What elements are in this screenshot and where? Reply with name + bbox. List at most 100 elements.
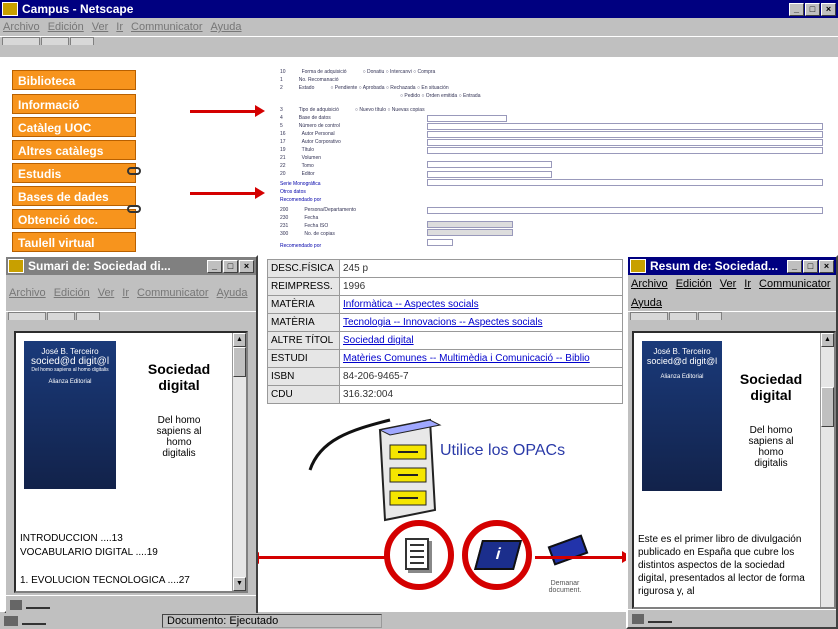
nav-biblioteca[interactable]: Biblioteca xyxy=(12,70,136,90)
pointer-arrow-icon xyxy=(258,556,386,559)
connection-icon xyxy=(648,615,672,623)
close-button[interactable]: × xyxy=(819,259,834,273)
record-link[interactable]: Sociedad digital xyxy=(339,331,623,350)
menu-ver[interactable]: Ver xyxy=(98,287,115,299)
scroll-thumb[interactable] xyxy=(233,347,246,377)
menu-ayuda[interactable]: Ayuda xyxy=(211,21,242,33)
record-key: ISBN xyxy=(267,367,340,386)
menu-communicator[interactable]: Communicator xyxy=(137,287,209,299)
menu-communicator[interactable]: Communicator xyxy=(759,278,831,290)
book-cover: José B. Terceiro socied@d digit@l Del ho… xyxy=(24,341,116,489)
form-field[interactable] xyxy=(427,161,552,168)
pointer-arrow-icon xyxy=(190,105,265,117)
table-row: ALTRE TÍTOL Sociedad digital xyxy=(267,331,623,350)
form-field[interactable] xyxy=(427,221,513,228)
menu-edicion[interactable]: Edición xyxy=(54,287,90,299)
form-field[interactable] xyxy=(427,139,823,146)
menu-ir[interactable]: Ir xyxy=(744,278,751,290)
resum-titlebar: Resum de: Sociedad... _ □ × xyxy=(628,257,836,275)
status-text: Documento: Ejecutado xyxy=(162,613,382,628)
sumari-menubar: Archivo Edición Ver Ir Communicator Ayud… xyxy=(6,275,256,311)
record-value: 245 p xyxy=(339,259,623,278)
table-row: MATÈRIA Informàtica -- Aspectes socials xyxy=(267,295,623,314)
form-field[interactable] xyxy=(427,123,823,130)
info-book-icon[interactable]: i xyxy=(473,540,523,570)
form-field[interactable] xyxy=(427,131,823,138)
resum-toolbar-tabs[interactable] xyxy=(628,311,836,320)
search-form-panel: 10 Forma de adquisició ○ Donatiu ○ Interca… xyxy=(272,63,826,258)
maximize-button[interactable]: □ xyxy=(805,2,820,16)
record-key: ALTRE TÍTOL xyxy=(267,331,340,350)
nav-taulell-virtual[interactable]: Taulell virtual xyxy=(12,232,136,252)
record-value: 84-206-9465-7 xyxy=(339,367,623,386)
menu-ir[interactable]: Ir xyxy=(116,21,123,33)
opac-label[interactable]: Utilice los OPACs xyxy=(440,442,565,460)
sumari-toolbar-tabs[interactable] xyxy=(6,311,256,320)
menu-ayuda[interactable]: Ayuda xyxy=(217,287,248,299)
menu-ayuda[interactable]: Ayuda xyxy=(631,297,662,309)
nav-estudis[interactable]: Estudis xyxy=(12,163,136,183)
resum-subhead: Del homo sapiens al homo digitalis xyxy=(748,425,794,469)
table-row: DESC.FÍSICA 245 p xyxy=(267,259,623,278)
toc-item: VOCABULARIO DIGITAL ....19 xyxy=(20,547,158,558)
pointer-arrow-icon xyxy=(535,551,632,563)
document-list-icon[interactable] xyxy=(405,538,429,570)
menu-archivo[interactable]: Archivo xyxy=(9,287,46,299)
resum-title: Resum de: Sociedad... xyxy=(650,259,779,273)
vertical-scrollbar[interactable]: ▲ xyxy=(820,333,834,607)
maximize-button[interactable]: □ xyxy=(803,259,818,273)
form-field[interactable] xyxy=(427,179,823,186)
nav-bases-de-dades[interactable]: Bases de dades xyxy=(12,186,136,206)
record-key: ESTUDI xyxy=(267,349,340,368)
main-toolbar-tabs[interactable] xyxy=(0,36,838,45)
menu-edicion[interactable]: Edición xyxy=(676,278,712,290)
minimize-button[interactable]: _ xyxy=(787,259,802,273)
menu-ir[interactable]: Ir xyxy=(122,287,129,299)
resum-heading: Sociedad digital xyxy=(739,371,803,403)
form-field[interactable] xyxy=(427,115,507,122)
nav-obtencio-doc[interactable]: Obtenció doc. xyxy=(12,209,136,229)
menu-communicator[interactable]: Communicator xyxy=(131,21,203,33)
netscape-logo-icon xyxy=(2,2,18,16)
book-publisher: Alianza Editorial xyxy=(48,379,92,385)
scroll-thumb[interactable] xyxy=(821,387,834,427)
menu-archivo[interactable]: Archivo xyxy=(3,21,40,33)
nav-altres-catalegs[interactable]: Altres catàlegs xyxy=(12,140,136,160)
table-row: ISBN 84-206-9465-7 xyxy=(267,367,623,386)
menu-edicion[interactable]: Edición xyxy=(48,21,84,33)
demanar-label[interactable]: Demanar document. xyxy=(540,580,590,594)
record-link[interactable]: Matèries Comunes -- Multimèdia i Comunic… xyxy=(339,349,623,368)
minimize-button[interactable]: _ xyxy=(789,2,804,16)
form-field[interactable] xyxy=(427,229,513,236)
resum-summary: Este es el primer libro de divulgación p… xyxy=(638,534,805,597)
scroll-down-icon[interactable]: ▼ xyxy=(233,577,246,591)
scroll-up-icon[interactable]: ▲ xyxy=(233,333,246,347)
scroll-up-icon[interactable]: ▲ xyxy=(821,333,834,347)
form-field[interactable] xyxy=(427,207,823,214)
connection-icon xyxy=(26,601,50,609)
sumari-subhead: Del homo sapiens al homo digitalis xyxy=(156,415,202,459)
menu-ver[interactable]: Ver xyxy=(92,21,109,33)
sumari-window: Sumari de: Sociedad di... _ □ × Archivo … xyxy=(4,255,258,613)
form-field[interactable] xyxy=(427,147,823,154)
minimize-button[interactable]: _ xyxy=(207,259,222,273)
menu-ver[interactable]: Ver xyxy=(720,278,737,290)
pointer-arrow-icon xyxy=(190,187,265,199)
record-link[interactable]: Tecnologia -- Innovacions -- Aspectes so… xyxy=(339,313,623,332)
book-author: José B. Terceiro xyxy=(653,347,711,356)
vertical-scrollbar[interactable]: ▲ ▼ xyxy=(232,333,246,591)
table-row: ESTUDI Matèries Comunes -- Multimèdia i C… xyxy=(267,349,623,368)
close-button[interactable]: × xyxy=(821,2,836,16)
close-button[interactable]: × xyxy=(239,259,254,273)
record-key: MATÈRIA xyxy=(267,295,340,314)
record-value: 1996 xyxy=(339,277,623,296)
sumari-titlebar: Sumari de: Sociedad di... _ □ × xyxy=(6,257,256,275)
nav-informacio[interactable]: Informació xyxy=(12,94,136,114)
form-field[interactable] xyxy=(427,239,453,246)
nav-cataleg-uoc[interactable]: Catàleg UOC xyxy=(12,117,136,137)
maximize-button[interactable]: □ xyxy=(223,259,238,273)
form-field[interactable] xyxy=(427,171,552,178)
record-link[interactable]: Informàtica -- Aspectes socials xyxy=(339,295,623,314)
menu-archivo[interactable]: Archivo xyxy=(631,278,668,290)
netscape-logo-icon xyxy=(630,259,646,273)
